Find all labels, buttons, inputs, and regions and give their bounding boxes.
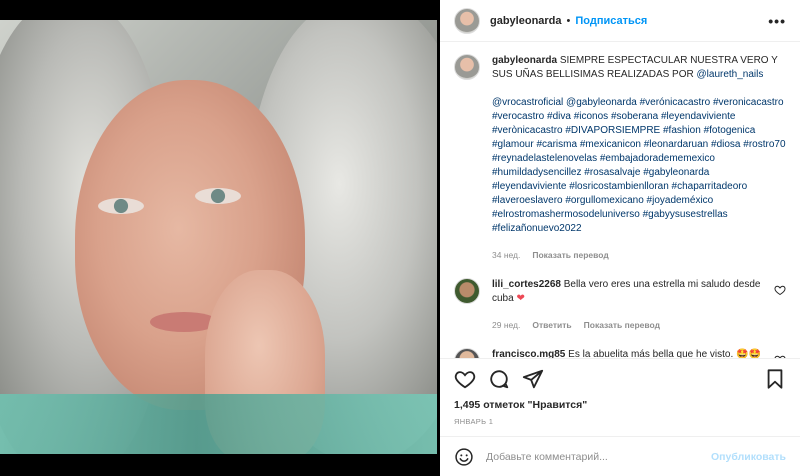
like-comment-icon[interactable] — [774, 284, 786, 296]
comment-body: francisco.mg85 Es la abuelita más bella … — [492, 348, 766, 358]
comment-input[interactable] — [486, 450, 712, 463]
post-comment-button[interactable]: Опубликовать — [711, 451, 786, 463]
comment-username[interactable]: lili_cortes2268 — [492, 279, 561, 290]
share-paper-plane-icon[interactable] — [522, 368, 544, 390]
follow-button[interactable]: Подписаться — [575, 15, 647, 27]
comment-username[interactable]: francisco.mg85 — [492, 349, 565, 358]
comment-translate-link[interactable]: Показать перевод — [584, 318, 660, 332]
comment-meta: 29 нед. Ответить Показать перевод — [492, 318, 766, 332]
reply-link[interactable]: Ответить — [532, 318, 571, 332]
comment-avatar[interactable] — [454, 278, 480, 304]
caption-username[interactable]: gabyleonarda — [492, 55, 557, 66]
add-comment-bar: Опубликовать — [440, 436, 800, 476]
red-heart-emoji: ❤ — [516, 293, 525, 304]
caption: gabyleonarda SIEMPRE ESPECTACULAR NUESTR… — [454, 54, 786, 262]
caption-body: gabyleonarda SIEMPRE ESPECTACULAR NUESTR… — [492, 54, 786, 262]
header-separator: • — [566, 14, 571, 27]
comment-avatar[interactable] — [454, 348, 480, 358]
caption-meta: 34 нед. Показать перевод — [492, 248, 786, 262]
comment-bubble-icon[interactable] — [488, 368, 510, 390]
post-header: gabyleonarda • Подписаться ••• — [440, 0, 800, 42]
photo-eye-right — [195, 188, 241, 204]
photo-shirt — [0, 394, 437, 454]
post-side-panel: gabyleonarda • Подписаться ••• gabyleona… — [440, 0, 800, 476]
author-avatar[interactable] — [454, 7, 480, 34]
caption-time[interactable]: 34 нед. — [492, 248, 520, 262]
caption-avatar[interactable] — [454, 54, 480, 80]
comment-item: francisco.mg85 Es la abuelita más bella … — [454, 348, 786, 358]
caption-hashtags[interactable]: @vrocastroficial @gabyleonarda #verónica… — [492, 96, 786, 236]
photo-eye-left — [98, 198, 144, 214]
action-icons — [454, 367, 786, 391]
comment-item: lili_cortes2268 Bella vero eres una estr… — [454, 278, 786, 332]
author-username[interactable]: gabyleonarda — [490, 15, 562, 27]
comment-text: Es la abuelita más bella que he visto. — [568, 349, 734, 358]
comment-time[interactable]: 29 нед. — [492, 318, 520, 332]
post-actions: 1,495 отметок "Нравится" ЯНВАРЬ 1 — [440, 358, 800, 426]
caption-mention[interactable]: @laureth_nails — [697, 69, 764, 80]
more-options-icon[interactable]: ••• — [768, 13, 786, 29]
comment-body: lili_cortes2268 Bella vero eres una estr… — [492, 278, 766, 332]
caption-translate-link[interactable]: Показать перевод — [532, 248, 608, 262]
post-photo[interactable] — [0, 20, 437, 454]
comments-list[interactable]: gabyleonarda SIEMPRE ESPECTACULAR NUESTR… — [440, 42, 800, 358]
post-date[interactable]: ЯНВАРЬ 1 — [454, 417, 786, 426]
likes-count[interactable]: 1,495 отметок "Нравится" — [454, 399, 786, 411]
like-heart-icon[interactable] — [454, 368, 476, 390]
save-bookmark-icon[interactable] — [764, 368, 786, 390]
post-viewer: gabyleonarda • Подписаться ••• gabyleona… — [0, 0, 800, 476]
emoji-smiley-icon[interactable] — [454, 447, 474, 467]
